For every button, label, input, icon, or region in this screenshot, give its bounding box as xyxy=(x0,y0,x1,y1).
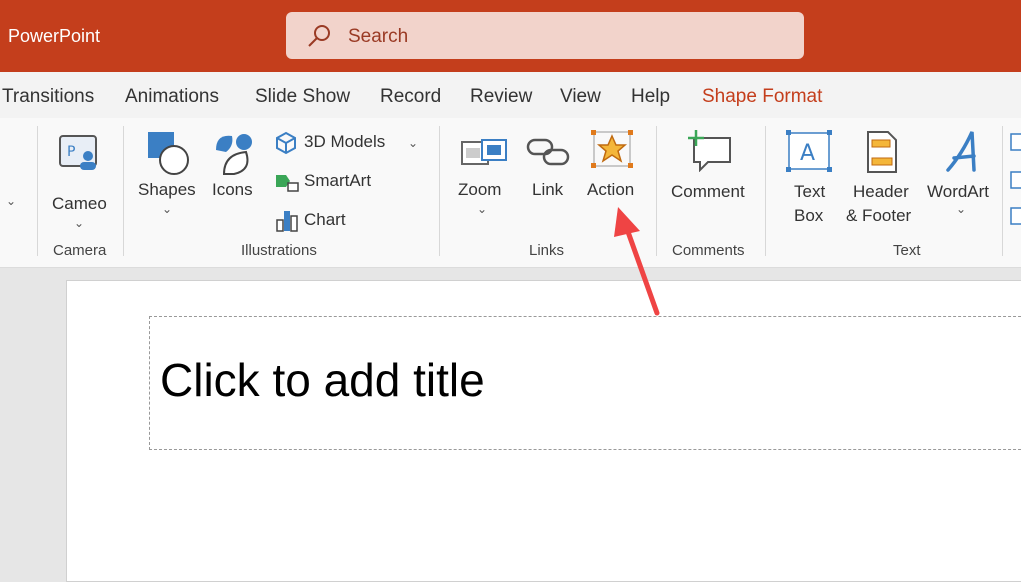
chevron-down-icon: ⌄ xyxy=(162,202,173,216)
cameo-button[interactable]: P Cameo ⌄ xyxy=(48,130,112,230)
svg-text:A: A xyxy=(800,141,815,166)
action-button[interactable]: Action xyxy=(584,126,642,210)
group-camera-label: Camera xyxy=(53,242,107,259)
wordart-label: WordArt xyxy=(927,182,990,201)
3d-models-label: 3D Models xyxy=(304,132,386,151)
group-comments-label: Comments xyxy=(672,242,745,259)
group-text-label: Text xyxy=(893,242,921,259)
tab-view[interactable]: View xyxy=(560,86,601,108)
text-options-icon xyxy=(1010,133,1021,225)
smartart-label: SmartArt xyxy=(304,171,372,190)
link-label: Link xyxy=(532,180,564,199)
cameo-icon: P xyxy=(59,135,97,170)
comment-button[interactable]: Comment xyxy=(668,128,754,212)
separator xyxy=(1002,126,1003,256)
search-placeholder: Search xyxy=(348,26,409,47)
chevron-down-icon: ⌄ xyxy=(74,216,85,230)
smartart-button[interactable]: SmartArt xyxy=(272,169,392,195)
separator xyxy=(37,126,38,256)
title-placeholder-text: Click to add title xyxy=(160,354,485,406)
slide-canvas: Click to add title xyxy=(0,268,1021,582)
shapes-icon xyxy=(148,132,189,175)
chevron-down-icon: ⌄ xyxy=(956,202,967,216)
link-button[interactable]: Link xyxy=(524,128,572,208)
chart-icon xyxy=(276,211,298,232)
cube-icon xyxy=(276,131,296,155)
zoom-icon xyxy=(461,139,507,165)
title-bar: PowerPoint Search xyxy=(0,0,1021,72)
icons-button[interactable]: Icons xyxy=(208,128,262,218)
ribbon-tabs: Transitions Animations Slide Show Record… xyxy=(0,72,1021,118)
comment-icon xyxy=(688,130,731,172)
wordart-icon xyxy=(946,131,976,172)
header-footer-label-line1: Header xyxy=(853,182,909,201)
svg-text:P: P xyxy=(67,144,75,160)
shapes-label: Shapes xyxy=(138,180,196,199)
link-icon xyxy=(526,138,570,166)
tab-record[interactable]: Record xyxy=(380,86,441,108)
search-box[interactable]: Search xyxy=(286,12,804,59)
tab-review[interactable]: Review xyxy=(470,86,532,108)
tab-slide-show[interactable]: Slide Show xyxy=(255,86,350,108)
header-footer-button[interactable]: Header & Footer xyxy=(846,128,920,238)
separator xyxy=(765,126,766,256)
text-box-label-line1: Text xyxy=(794,182,826,201)
tab-help[interactable]: Help xyxy=(631,86,670,108)
comment-label: Comment xyxy=(671,182,745,201)
separator xyxy=(123,126,124,256)
header-footer-label-line2: & Footer xyxy=(846,206,912,225)
chevron-down-icon[interactable]: ⌄ xyxy=(6,194,16,208)
group-links-label: Links xyxy=(529,242,565,259)
chevron-down-icon: ⌄ xyxy=(477,202,488,216)
zoom-button[interactable]: Zoom ⌄ xyxy=(456,128,510,228)
chart-button[interactable]: Chart xyxy=(272,208,372,234)
star-icon xyxy=(591,130,633,168)
zoom-label: Zoom xyxy=(458,180,502,199)
shapes-button[interactable]: Shapes ⌄ xyxy=(136,128,198,228)
action-label: Action xyxy=(587,180,635,199)
tab-animations[interactable]: Animations xyxy=(125,86,219,108)
icons-label: Icons xyxy=(212,180,253,199)
chart-label: Chart xyxy=(304,210,346,229)
slide[interactable]: Click to add title xyxy=(66,280,1021,582)
search-icon xyxy=(308,25,330,47)
tab-transitions[interactable]: Transitions xyxy=(2,86,94,108)
title-placeholder-box[interactable]: Click to add title xyxy=(149,316,1021,450)
separator xyxy=(439,126,440,256)
text-box-button[interactable]: A Text Box xyxy=(780,128,838,238)
ribbon: ⌄ P Cameo ⌄ Camera Shapes ⌄ Icons 3D Mod… xyxy=(0,118,1021,268)
tab-shape-format[interactable]: Shape Format xyxy=(702,86,822,108)
header-footer-icon xyxy=(867,131,897,173)
icons-icon xyxy=(216,134,252,175)
3d-models-button[interactable]: 3D Models ⌄ xyxy=(272,130,428,156)
cameo-label: Cameo xyxy=(52,194,107,213)
annotation-arrow-icon xyxy=(614,207,660,316)
text-box-icon: A xyxy=(786,130,832,172)
wordart-button[interactable]: WordArt ⌄ xyxy=(926,128,998,228)
text-box-label-line2: Box xyxy=(794,206,824,225)
app-name: PowerPoint xyxy=(8,26,101,46)
chevron-down-icon: ⌄ xyxy=(408,136,419,150)
group-illustrations-label: Illustrations xyxy=(241,242,317,259)
more-text-buttons[interactable] xyxy=(1008,132,1021,232)
smartart-icon xyxy=(276,175,299,192)
